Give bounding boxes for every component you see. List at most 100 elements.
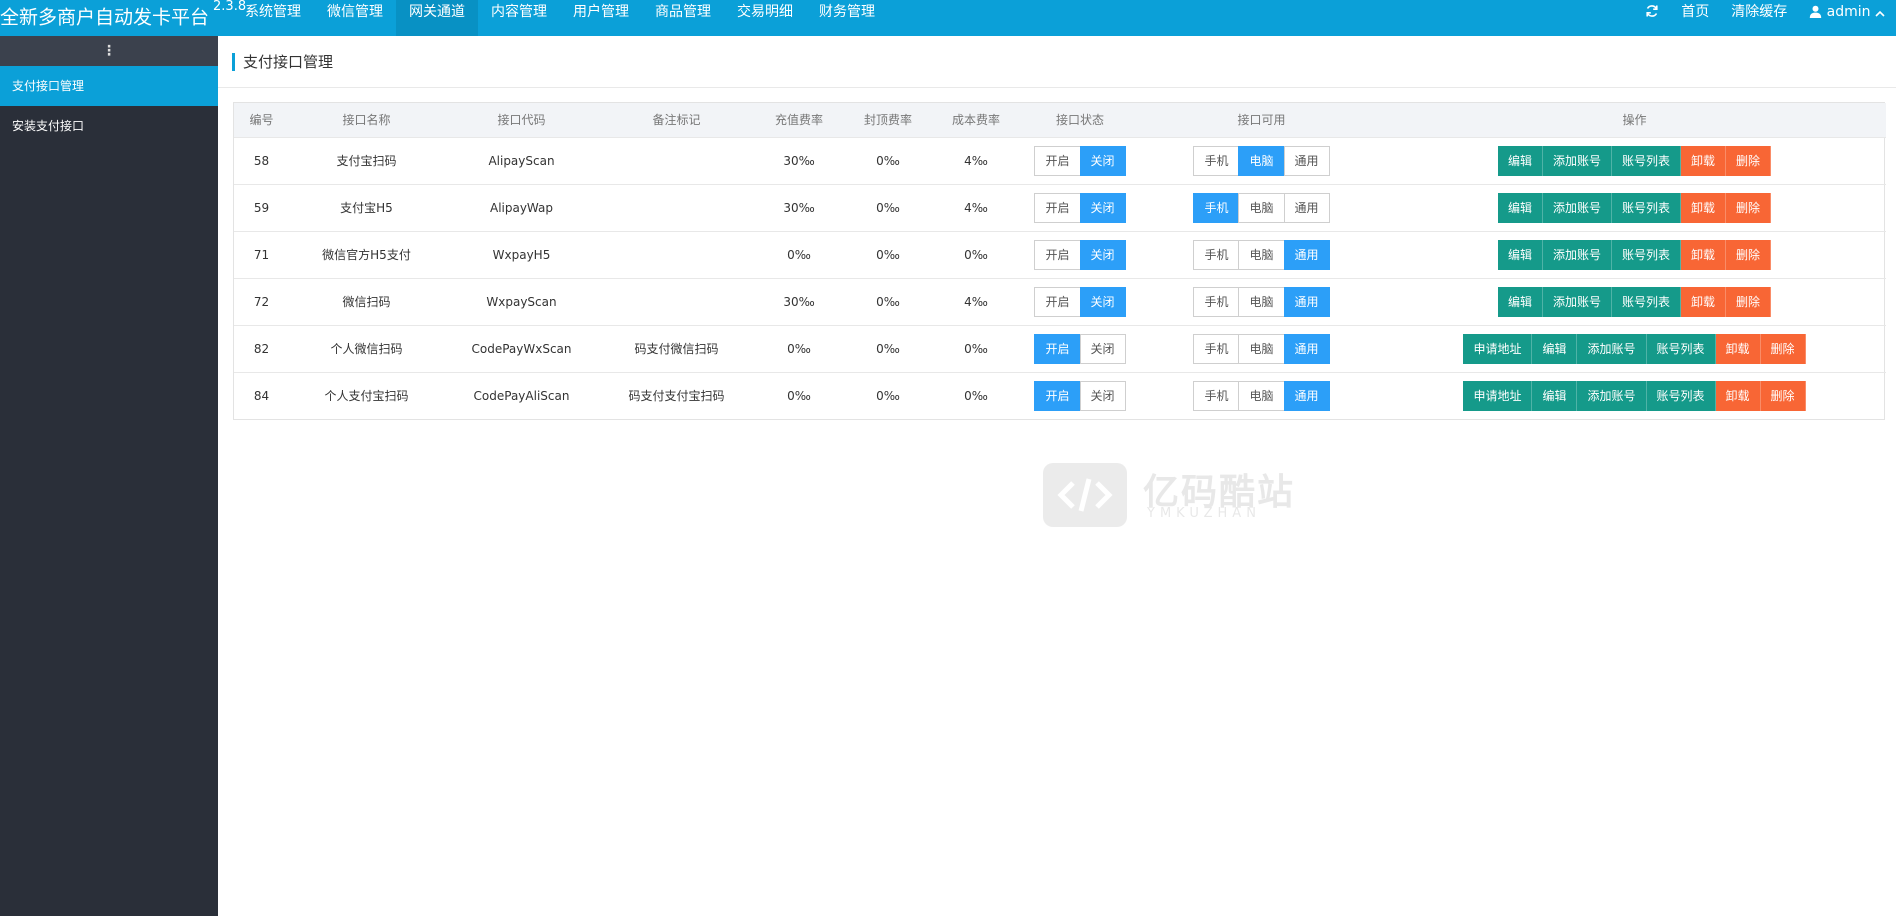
add-account-button[interactable]: 添加账号 [1577,333,1647,364]
top-navbar: 全新多商户自动发卡平台 2.3.8 系统管理 微信管理 网关通道 内容管理 用户管理 商品管… [0,0,1896,36]
nav-item-4[interactable]: 用户管理 [560,0,642,36]
delete-button[interactable]: 删除 [1726,239,1772,270]
cell-status: 开启 关闭 [1020,184,1140,231]
availability-mobile-button[interactable]: 手机 [1193,286,1240,317]
cell-cap: 0‰ [876,200,900,215]
uninstall-button[interactable]: 卸载 [1681,239,1727,270]
availability-mobile-button[interactable]: 手机 [1193,380,1240,411]
delete-button[interactable]: 删除 [1760,380,1806,411]
nav-item-5[interactable]: 商品管理 [642,0,724,36]
action-buttons: 编辑 添加账号 账号列表 卸载 删除 [1497,145,1772,176]
availability-mobile-button[interactable]: 手机 [1193,145,1240,176]
availability-all-button[interactable]: 通用 [1283,333,1330,364]
status-on-button[interactable]: 开启 [1034,286,1081,317]
account-list-button[interactable]: 账号列表 [1611,239,1681,270]
add-account-button[interactable]: 添加账号 [1577,380,1647,411]
status-off-button[interactable]: 关闭 [1079,239,1126,270]
status-toggle: 开启 关闭 [1034,239,1126,270]
edit-button[interactable]: 编辑 [1532,333,1578,364]
column-header: 编号 [249,113,274,128]
apply-address-button[interactable]: 申请地址 [1463,380,1533,411]
uninstall-button[interactable]: 卸载 [1681,286,1727,317]
sidebar-item-1[interactable]: 安装支付接口 [0,106,218,146]
status-on-button[interactable]: 开启 [1034,145,1081,176]
availability-mobile-button[interactable]: 手机 [1193,239,1240,270]
nav-item-2[interactable]: 网关通道 [396,0,478,36]
add-account-button[interactable]: 添加账号 [1542,145,1612,176]
status-on-button[interactable]: 开启 [1034,192,1081,223]
edit-button[interactable]: 编辑 [1497,145,1543,176]
availability-pc-button[interactable]: 电脑 [1238,192,1285,223]
add-account-button[interactable]: 添加账号 [1542,192,1612,223]
sidebar-item-0[interactable]: 支付接口管理 [0,66,218,106]
cell-cap: 0‰ [876,388,900,403]
delete-button[interactable]: 删除 [1726,145,1772,176]
status-on-button[interactable]: 开启 [1034,239,1081,270]
account-list-button[interactable]: 账号列表 [1611,145,1681,176]
app-title: 全新多商户自动发卡平台 [0,6,210,29]
status-off-button[interactable]: 关闭 [1079,192,1126,223]
availability-mobile-button[interactable]: 手机 [1193,192,1240,223]
availability-pc-button[interactable]: 电脑 [1238,333,1285,364]
availability-all-button[interactable]: 通用 [1283,192,1330,223]
availability-pc-button[interactable]: 电脑 [1238,239,1285,270]
column-header: 成本费率 [951,113,1000,128]
cell-status: 开启 关闭 [1020,137,1140,184]
delete-button[interactable]: 删除 [1760,333,1806,364]
status-toggle: 开启 关闭 [1034,286,1126,317]
sidebar-toggle[interactable]: ⋮ [0,36,218,66]
edit-button[interactable]: 编辑 [1532,380,1578,411]
uninstall-button[interactable]: 卸载 [1681,145,1727,176]
clear-cache-link[interactable]: 清除缓存 [1720,0,1798,36]
status-on-button[interactable]: 开启 [1034,380,1081,411]
table-row: 58 支付宝扫码 AlipayScan 30‰ 0‰ 4‰ 开启 关闭 手机 电脑 通用 编辑 添加账号… [234,137,1886,184]
app-brand[interactable]: 全新多商户自动发卡平台 2.3.8 [0,0,246,36]
status-off-button[interactable]: 关闭 [1079,333,1126,364]
status-off-button[interactable]: 关闭 [1079,286,1126,317]
edit-button[interactable]: 编辑 [1497,239,1543,270]
nav-item-3[interactable]: 内容管理 [478,0,560,36]
availability-all-button[interactable]: 通用 [1283,239,1330,270]
nav-item-7[interactable]: 财务管理 [806,0,888,36]
delete-button[interactable]: 删除 [1726,286,1772,317]
account-list-button[interactable]: 账号列表 [1646,333,1716,364]
account-list-button[interactable]: 账号列表 [1611,192,1681,223]
user-menu[interactable]: admin [1798,0,1896,36]
apply-address-button[interactable]: 申请地址 [1463,333,1533,364]
availability-pc-button[interactable]: 电脑 [1238,380,1285,411]
edit-button[interactable]: 编辑 [1497,286,1543,317]
cell-code: WxpayH5 [492,247,551,262]
status-off-button[interactable]: 关闭 [1079,145,1126,176]
add-account-button[interactable]: 添加账号 [1542,239,1612,270]
account-list-button[interactable]: 账号列表 [1611,286,1681,317]
cell-name: 个人微信扫码 [330,342,403,356]
availability-all-button[interactable]: 通用 [1283,286,1330,317]
table-row: 59 支付宝H5 AlipayWap 30‰ 0‰ 4‰ 开启 关闭 手机 电脑 通用 编辑 添加账号账… [234,184,1886,231]
cell-cost: 4‰ [964,200,988,215]
delete-button[interactable]: 删除 [1726,192,1772,223]
availability-pc-button[interactable]: 电脑 [1238,286,1285,317]
uninstall-button[interactable]: 卸载 [1715,380,1761,411]
status-on-button[interactable]: 开启 [1034,333,1081,364]
cell-id: 59 [253,200,270,215]
nav-item-0[interactable]: 系统管理 [232,0,314,36]
interface-table-wrapper: 编号 接口名称 接口代码 备注标记 充值费率 封顶费率 成本费率 接口状态 接口可用 操作 58 支… [233,102,1886,420]
column-header: 接口代码 [497,113,546,128]
status-off-button[interactable]: 关闭 [1079,380,1126,411]
nav-item-1[interactable]: 微信管理 [314,0,396,36]
availability-all-button[interactable]: 通用 [1283,380,1330,411]
account-list-button[interactable]: 账号列表 [1646,380,1716,411]
home-link[interactable]: 首页 [1670,0,1720,36]
refresh-button[interactable] [1634,0,1670,36]
availability-pc-button[interactable]: 电脑 [1238,145,1285,176]
add-account-button[interactable]: 添加账号 [1542,286,1612,317]
edit-button[interactable]: 编辑 [1497,192,1543,223]
availability-all-button[interactable]: 通用 [1283,145,1330,176]
uninstall-button[interactable]: 卸载 [1715,333,1761,364]
availability-mobile-button[interactable]: 手机 [1193,333,1240,364]
uninstall-button[interactable]: 卸载 [1681,192,1727,223]
cell-availability: 手机 电脑 通用 [1140,278,1383,325]
cell-code: AlipayScan [488,153,555,168]
availability-toggle: 手机 电脑 通用 [1193,286,1330,317]
nav-item-6[interactable]: 交易明细 [724,0,806,36]
